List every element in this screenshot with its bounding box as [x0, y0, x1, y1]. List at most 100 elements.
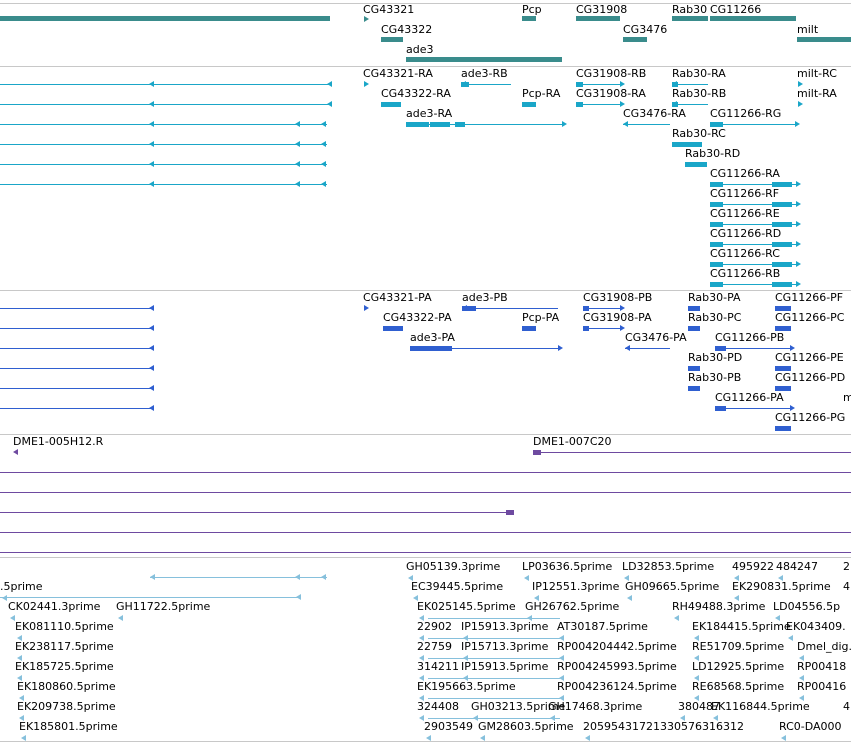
gene-bar[interactable] [797, 37, 851, 42]
genes-label[interactable]: CG31908 [576, 3, 627, 16]
genes-label[interactable]: Pcp [522, 3, 542, 16]
ests-label[interactable]: RP004245993.5prime [557, 660, 677, 673]
transcripts-label[interactable]: CG11266-RD [710, 227, 781, 240]
transcript-intron[interactable] [461, 84, 511, 85]
ests-label[interactable]: EK290831.5prime [732, 580, 831, 593]
transcript-exon[interactable] [522, 102, 536, 107]
transcript-exon[interactable] [772, 282, 792, 287]
transcripts-label[interactable]: CG11266-RG [710, 107, 781, 120]
ests-label[interactable]: EC39445.5prime [411, 580, 503, 593]
ests-label[interactable]: RE51709.5prime [692, 640, 784, 653]
genes-label[interactable]: Rab30 [672, 3, 707, 16]
ests-label[interactable]: RP00416 [797, 680, 846, 693]
transcripts-label[interactable]: CG11266-RB [710, 267, 780, 280]
transcripts-label[interactable]: CG11266-RA [710, 167, 780, 180]
proteins-label[interactable]: m [843, 391, 851, 404]
clone-line[interactable] [0, 532, 851, 533]
proteins-label[interactable]: ade3-PA [410, 331, 455, 344]
proteins-label[interactable]: CG11266-PC [775, 311, 844, 324]
clones-label[interactable]: DME1-005H12.R [13, 435, 103, 448]
genes-label[interactable]: CG43322 [381, 23, 432, 36]
transcripts-label[interactable]: CG43322-RA [381, 87, 451, 100]
ests-label[interactable]: IP15713.3prime [461, 640, 548, 653]
ests-label[interactable]: LD12925.5prime [692, 660, 784, 673]
transcripts-label[interactable]: Rab30-RD [685, 147, 740, 160]
protein-exon[interactable] [688, 326, 700, 331]
ests-label[interactable]: 22902 [417, 620, 452, 633]
clone-line[interactable] [0, 492, 851, 493]
clones-label[interactable]: DME1-007C20 [533, 435, 612, 448]
ests-label[interactable]: LP03636.5prime [522, 560, 612, 573]
ests-label[interactable]: LD04556.5p [773, 600, 840, 613]
transcripts-label[interactable]: Rab30-RC [672, 127, 726, 140]
transcript-line[interactable] [0, 124, 327, 125]
protein-line[interactable] [0, 368, 154, 369]
ests-label[interactable]: 4 [843, 700, 850, 713]
ests-label[interactable]: RP004236124.5prime [557, 680, 677, 693]
gene-bar[interactable] [576, 16, 620, 21]
gene-bar[interactable] [406, 57, 562, 62]
ests-label[interactable]: EK184415.5prime [692, 620, 791, 633]
transcript-exon[interactable] [430, 122, 450, 127]
gene-bar[interactable] [522, 16, 536, 21]
gene-bar[interactable] [672, 16, 708, 21]
ests-label[interactable]: CK02441.3prime [8, 600, 100, 613]
protein-line[interactable] [0, 348, 154, 349]
ests-label[interactable]: RP00418 [797, 660, 846, 673]
ests-label[interactable]: EK180860.5prime [17, 680, 116, 693]
clone-line[interactable] [0, 472, 851, 473]
ests-label[interactable]: LD32853.5prime [622, 560, 714, 573]
ests-label[interactable]: GH05139.3prime [406, 560, 500, 573]
transcripts-label[interactable]: Rab30-RB [672, 87, 726, 100]
transcripts-label[interactable]: milt-RA [797, 87, 837, 100]
proteins-label[interactable]: CG11266-PD [775, 371, 845, 384]
transcript-exon[interactable] [455, 122, 465, 127]
ests-label[interactable]: IP12551.3prime [532, 580, 619, 593]
est-line[interactable] [428, 698, 560, 699]
est-line[interactable] [428, 658, 560, 659]
ests-label[interactable]: EK185801.5prime [19, 720, 118, 733]
transcript-line[interactable] [0, 84, 332, 85]
protein-line[interactable] [0, 328, 154, 329]
proteins-label[interactable]: Rab30-PD [688, 351, 742, 364]
ests-label[interactable]: GH26762.5prime [525, 600, 619, 613]
ests-label[interactable]: RC0-DA000 [779, 720, 842, 733]
protein-intron[interactable] [462, 308, 558, 309]
gene-bar[interactable] [710, 16, 796, 21]
clone-line[interactable] [0, 512, 508, 513]
ests-label[interactable]: EK116844.5prime [711, 700, 810, 713]
ests-label[interactable]: 495922 [732, 560, 774, 573]
genome-browser-viewer[interactable]: CG43321 Pcp CG31908 Rab30 CG11266 CG43322 CG34… [0, 0, 851, 742]
ests-label[interactable]: EK081110.5prime [15, 620, 114, 633]
protein-exon[interactable] [432, 346, 452, 351]
ests-label[interactable]: RH49488.3prime [672, 600, 765, 613]
transcripts-label[interactable]: CG11266-RF [710, 187, 779, 200]
transcripts-label[interactable]: Pcp-RA [522, 87, 560, 100]
protein-exon[interactable] [410, 346, 433, 351]
protein-line[interactable] [0, 408, 154, 409]
est-line[interactable] [428, 638, 560, 639]
gene-bar[interactable] [623, 37, 647, 42]
transcript-line[interactable] [0, 164, 327, 165]
proteins-label[interactable]: CG43322-PA [383, 311, 452, 324]
transcript-exon[interactable] [406, 122, 430, 127]
transcripts-label[interactable]: CG43321-RA [363, 67, 433, 80]
proteins-label[interactable]: Rab30-PB [688, 371, 741, 384]
transcripts-label[interactable]: milt-RC [797, 67, 837, 80]
ests-label[interactable]: EK043409. [786, 620, 846, 633]
proteins-label[interactable]: CG3476-PA [625, 331, 687, 344]
ests-label[interactable]: GM28603.5prime [478, 720, 574, 733]
proteins-label[interactable]: Rab30-PA [688, 291, 741, 304]
genes-label[interactable]: CG11266 [710, 3, 761, 16]
ests-label[interactable]: 314211 [417, 660, 459, 673]
genes-label[interactable]: CG3476 [623, 23, 667, 36]
ests-label[interactable]: AT30187.5prime [557, 620, 648, 633]
protein-exon[interactable] [715, 406, 727, 411]
proteins-label[interactable]: Pcp-PA [522, 311, 559, 324]
ests-label[interactable]: RE68568.5prime [692, 680, 784, 693]
gene-bar[interactable] [381, 37, 403, 42]
ests-label[interactable]: GH17468.3prime [548, 700, 642, 713]
transcript-exon[interactable] [710, 282, 723, 287]
clone-end[interactable] [506, 510, 514, 515]
transcripts-label[interactable]: CG31908-RA [576, 87, 646, 100]
